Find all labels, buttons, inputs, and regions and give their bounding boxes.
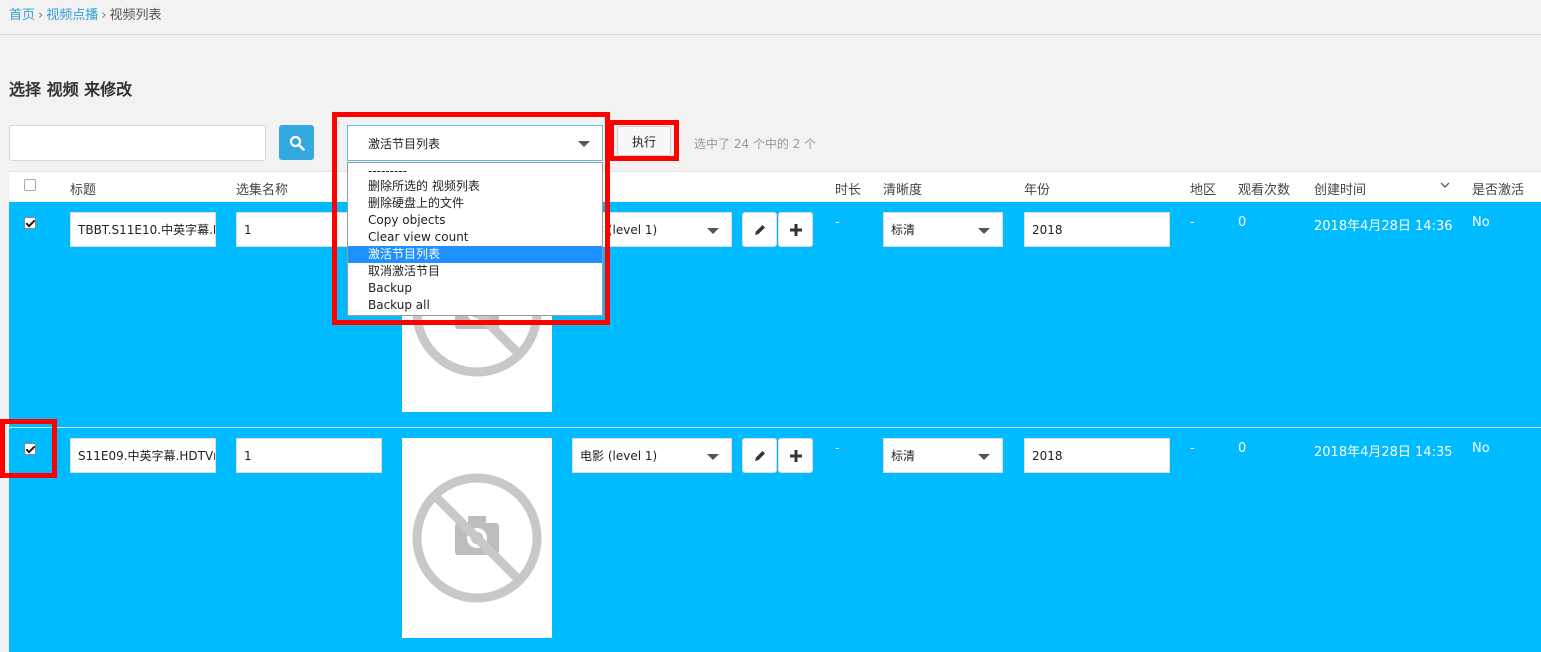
region-value: - bbox=[1190, 441, 1195, 456]
year-field[interactable]: 2018 bbox=[1024, 438, 1170, 473]
chevron-down-icon bbox=[707, 228, 719, 234]
action-option[interactable]: Backup bbox=[348, 280, 602, 297]
no-image-icon bbox=[412, 473, 542, 603]
breadcrumb: 首页 › 视频点播 › 视频列表 bbox=[9, 4, 161, 23]
resolution-select-value: 标清 bbox=[891, 223, 916, 237]
category-select[interactable]: 电影 (level 1) bbox=[572, 438, 732, 473]
active-value: No bbox=[1472, 215, 1490, 230]
breadcrumb-separator: › bbox=[38, 8, 44, 23]
action-option-selected[interactable]: 激活节目列表 bbox=[348, 246, 602, 263]
resolution-select-value: 标清 bbox=[891, 449, 916, 463]
search-icon bbox=[289, 135, 305, 151]
plus-icon bbox=[789, 449, 802, 462]
episode-field[interactable]: 1 bbox=[236, 438, 382, 473]
column-header-duration[interactable]: 时长 bbox=[835, 179, 861, 198]
column-header-episode[interactable]: 选集名称 bbox=[236, 179, 288, 198]
active-value: No bbox=[1472, 441, 1490, 456]
edit-category-button[interactable] bbox=[742, 212, 777, 247]
search-button[interactable] bbox=[279, 125, 314, 160]
pencil-icon bbox=[754, 450, 765, 461]
column-header-region[interactable]: 地区 bbox=[1190, 179, 1216, 198]
search-input[interactable] bbox=[9, 125, 266, 161]
breadcrumb-current: 视频列表 bbox=[109, 8, 162, 23]
resolution-select[interactable]: 标清 bbox=[883, 212, 1003, 247]
plus-icon bbox=[789, 223, 802, 236]
action-option[interactable]: 删除所选的 视频列表 bbox=[348, 178, 602, 195]
breadcrumb-separator: › bbox=[101, 8, 107, 23]
selection-count: 选中了 24 个中的 2 个 bbox=[694, 137, 817, 151]
breadcrumb-section[interactable]: 视频点播 bbox=[46, 8, 98, 23]
action-select[interactable]: 激活节目列表 bbox=[347, 125, 603, 161]
table-row[interactable]: S11E09.中英字幕.HDTVrip 1 电影 (level 1) - 标清 … bbox=[9, 428, 1541, 652]
sort-chevron-icon[interactable] bbox=[1440, 182, 1450, 189]
created-value: 2018年4月28日 14:35 bbox=[1314, 445, 1453, 460]
pencil-icon bbox=[754, 224, 765, 235]
category-select-value: 电影 (level 1) bbox=[580, 449, 658, 463]
title-field[interactable]: TBBT.S11E10.中英字幕.HDTVrip bbox=[70, 212, 216, 247]
chevron-down-icon bbox=[578, 141, 590, 147]
action-option[interactable]: 取消激活节目 bbox=[348, 263, 602, 280]
column-header-year[interactable]: 年份 bbox=[1024, 179, 1050, 198]
chevron-down-icon bbox=[707, 454, 719, 460]
duration-value: - bbox=[835, 441, 840, 456]
created-value: 2018年4月28日 14:36 bbox=[1314, 219, 1453, 234]
column-header-title[interactable]: 标题 bbox=[70, 179, 96, 198]
column-header-resolution[interactable]: 清晰度 bbox=[883, 179, 922, 198]
title-field[interactable]: S11E09.中英字幕.HDTVrip bbox=[70, 438, 216, 473]
table-header: 标题 选集名称 时长 清晰度 年份 地区 观看次数 创建时间 是否激活 bbox=[9, 171, 1541, 201]
action-option[interactable]: Backup all bbox=[348, 297, 602, 314]
column-header-active[interactable]: 是否激活 bbox=[1472, 179, 1524, 198]
row-checkbox[interactable] bbox=[24, 217, 36, 229]
page-title: 选择 视频 来修改 bbox=[9, 80, 133, 99]
add-category-button[interactable] bbox=[778, 212, 813, 247]
column-header-views[interactable]: 观看次数 bbox=[1238, 179, 1290, 198]
header-divider bbox=[0, 34, 1541, 35]
table-row[interactable]: TBBT.S11E10.中英字幕.HDTVrip 1 电影 (level 1) … bbox=[9, 202, 1541, 427]
run-action-button[interactable]: 执行 bbox=[617, 126, 671, 156]
duration-value: - bbox=[835, 215, 840, 230]
edit-category-button[interactable] bbox=[742, 438, 777, 473]
video-thumbnail[interactable] bbox=[402, 438, 552, 638]
action-dropdown: --------- 删除所选的 视频列表 删除硬盘上的文件 Copy objec… bbox=[347, 162, 603, 316]
action-option[interactable]: Copy objects bbox=[348, 212, 602, 229]
action-option[interactable]: --------- bbox=[348, 164, 602, 178]
views-value: 0 bbox=[1238, 441, 1247, 456]
row-checkbox[interactable] bbox=[24, 443, 36, 455]
breadcrumb-home[interactable]: 首页 bbox=[9, 8, 35, 23]
column-header-created[interactable]: 创建时间 bbox=[1314, 179, 1366, 198]
chevron-down-icon bbox=[978, 228, 990, 234]
year-field[interactable]: 2018 bbox=[1024, 212, 1170, 247]
region-value: - bbox=[1190, 215, 1195, 230]
select-all-checkbox[interactable] bbox=[24, 179, 36, 191]
action-option[interactable]: 删除硬盘上的文件 bbox=[348, 195, 602, 212]
action-select-value: 激活节目列表 bbox=[368, 136, 441, 151]
add-category-button[interactable] bbox=[778, 438, 813, 473]
chevron-down-icon bbox=[978, 454, 990, 460]
action-option[interactable]: Clear view count bbox=[348, 229, 602, 246]
views-value: 0 bbox=[1238, 215, 1247, 230]
resolution-select[interactable]: 标清 bbox=[883, 438, 1003, 473]
